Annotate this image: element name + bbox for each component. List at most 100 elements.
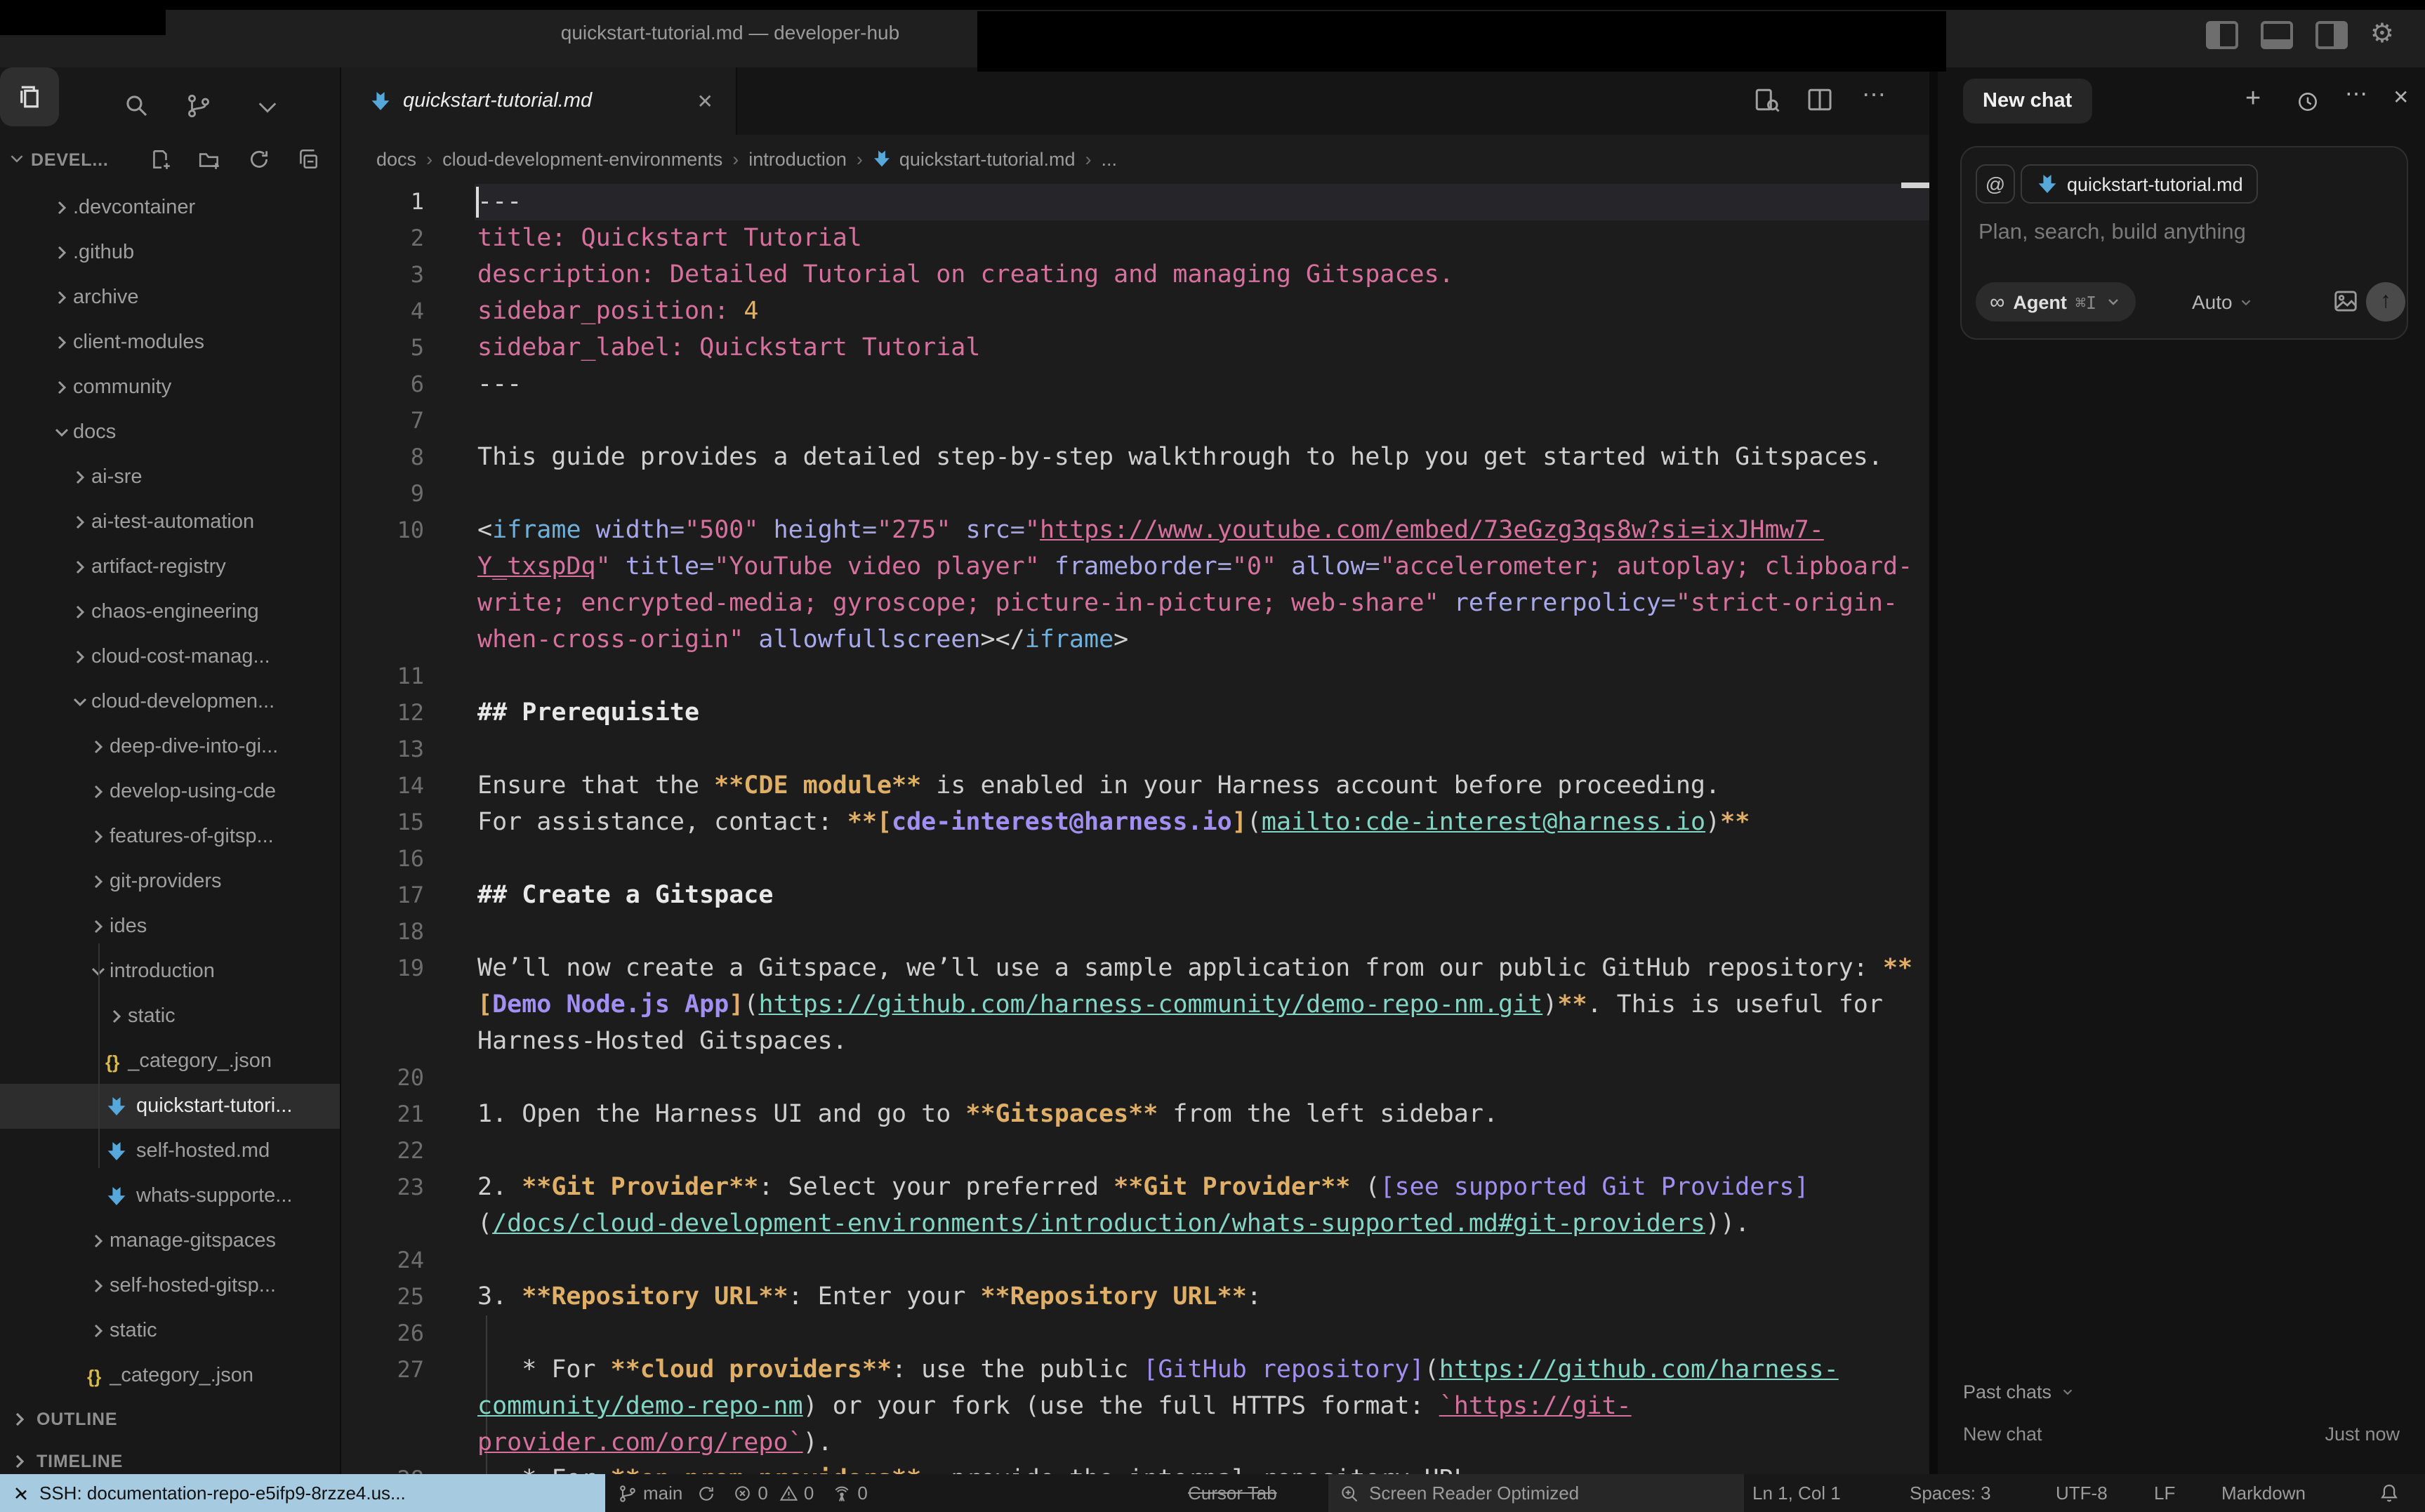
editor-line[interactable]: 232. **Git Provider**: Select your prefe… bbox=[341, 1169, 1929, 1206]
open-preview-icon[interactable] bbox=[1752, 86, 1780, 114]
chat-history-item[interactable]: New chat Just now bbox=[1963, 1424, 2400, 1445]
tab-close-icon[interactable]: ✕ bbox=[697, 89, 713, 113]
breadcrumb-item[interactable]: quickstart-tutorial.md bbox=[899, 148, 1076, 169]
editor-line[interactable]: 2title: Quickstart Tutorial bbox=[341, 220, 1929, 257]
editor-line[interactable]: write; encrypted-media; gyroscope; pictu… bbox=[341, 585, 1929, 622]
tree-item--category-json[interactable]: {}_category_.json bbox=[0, 1353, 340, 1398]
broadcast-status[interactable]: 0 bbox=[831, 1483, 867, 1504]
editor-line[interactable]: 1--- bbox=[341, 184, 1929, 220]
editor-line[interactable]: 7 bbox=[341, 403, 1929, 439]
code-area[interactable]: 1---2title: Quickstart Tutorial3descript… bbox=[341, 183, 1929, 1474]
send-button[interactable]: ↑ bbox=[2366, 282, 2405, 321]
agent-mode-selector[interactable]: ∞ Agent ⌘I bbox=[1976, 282, 2136, 321]
search-icon[interactable] bbox=[124, 93, 150, 119]
editor-line[interactable]: 15For assistance, contact: **[cde-intere… bbox=[341, 804, 1929, 841]
tree-item-introduction[interactable]: introduction bbox=[0, 949, 340, 994]
editor-line[interactable]: 20 bbox=[341, 1060, 1929, 1096]
editor-line[interactable]: 17## Create a Gitspace bbox=[341, 877, 1929, 914]
editor-line[interactable]: 24 bbox=[341, 1242, 1929, 1279]
editor-line[interactable]: 22 bbox=[341, 1133, 1929, 1169]
git-branch-status[interactable]: main bbox=[618, 1483, 716, 1504]
breadcrumb-item[interactable]: docs bbox=[376, 148, 416, 169]
model-selector[interactable]: Auto bbox=[2192, 282, 2254, 321]
explorer-section-header[interactable]: DEVEL... bbox=[0, 143, 340, 180]
editor-line[interactable]: 9 bbox=[341, 476, 1929, 512]
tree-item-cloud-developmen-[interactable]: cloud-developmen... bbox=[0, 679, 340, 724]
tree-item-self-hosted-gitsp-[interactable]: self-hosted-gitsp... bbox=[0, 1264, 340, 1308]
breadcrumb-item[interactable]: ... bbox=[1101, 148, 1117, 169]
editor-line[interactable]: 16 bbox=[341, 841, 1929, 877]
editor-line[interactable]: 26 bbox=[341, 1315, 1929, 1352]
past-chats-toggle[interactable]: Past chats bbox=[1963, 1381, 2075, 1402]
cursor-tab-status[interactable]: Cursor Tab bbox=[1188, 1474, 1277, 1512]
tree-item-chaos-engineering[interactable]: chaos-engineering bbox=[0, 590, 340, 635]
chat-close-icon[interactable]: ✕ bbox=[2393, 86, 2409, 110]
toggle-primary-sidebar-icon[interactable] bbox=[2206, 21, 2238, 49]
context-pill[interactable]: quickstart-tutorial.md bbox=[2021, 164, 2259, 204]
editor-line[interactable]: 4sidebar_position: 4 bbox=[341, 293, 1929, 330]
tree-item-ai-test-automation[interactable]: ai-test-automation bbox=[0, 500, 340, 545]
chat-tab-new-chat[interactable]: New chat bbox=[1963, 79, 2092, 124]
chat-input-placeholder[interactable]: Plan, search, build anything bbox=[1978, 220, 2246, 246]
chat-input-card[interactable]: @ quickstart-tutorial.md Plan, search, b… bbox=[1960, 146, 2408, 340]
tree-item-develop-using-cde[interactable]: develop-using-cde bbox=[0, 769, 340, 814]
tab-quickstart-tutorial[interactable]: quickstart-tutorial.md ✕ bbox=[341, 67, 737, 135]
more-views-chevron-icon[interactable] bbox=[257, 100, 278, 115]
editor-line[interactable]: community/demo-repo-nm) or your fork (us… bbox=[341, 1388, 1929, 1425]
eol-status[interactable]: LF bbox=[2154, 1474, 2175, 1512]
attach-image-icon[interactable] bbox=[2332, 288, 2359, 314]
new-chat-plus-icon[interactable]: + bbox=[2245, 84, 2261, 115]
tree-item-whats-supporte-[interactable]: whats-supporte... bbox=[0, 1174, 340, 1219]
source-control-icon[interactable] bbox=[185, 93, 212, 119]
remote-indicator[interactable]: SSH: documentation-repo-e5ifp9-8rzze4.us… bbox=[0, 1474, 605, 1512]
tree-item-git-providers[interactable]: git-providers bbox=[0, 859, 340, 904]
tree-item-cloud-cost-manag-[interactable]: cloud-cost-manag... bbox=[0, 635, 340, 679]
editor-line[interactable]: 253. **Repository URL**: Enter your **Re… bbox=[341, 1279, 1929, 1315]
editor-line[interactable]: 11 bbox=[341, 658, 1929, 695]
notifications-bell-icon[interactable] bbox=[2379, 1474, 2400, 1512]
editor-line[interactable]: 27 * For **cloud providers**: use the pu… bbox=[341, 1352, 1929, 1388]
editor-line[interactable]: 211. Open the Harness UI and go to **Git… bbox=[341, 1096, 1929, 1133]
editor-line[interactable]: Harness-Hosted Gitspaces. bbox=[341, 1023, 1929, 1060]
editor-line[interactable]: 6--- bbox=[341, 366, 1929, 403]
tree-item-static[interactable]: static bbox=[0, 994, 340, 1039]
tree-item-archive[interactable]: archive bbox=[0, 275, 340, 320]
tree-item-community[interactable]: community bbox=[0, 365, 340, 410]
editor-line[interactable]: provider.com/org/repo`). bbox=[341, 1425, 1929, 1461]
toggle-panel-icon[interactable] bbox=[2261, 21, 2293, 49]
encoding-status[interactable]: UTF-8 bbox=[2056, 1474, 2108, 1512]
indentation-status[interactable]: Spaces: 3 bbox=[1910, 1474, 1991, 1512]
editor-line[interactable]: 13 bbox=[341, 731, 1929, 768]
editor-line[interactable]: 14Ensure that the **CDE module** is enab… bbox=[341, 768, 1929, 804]
tree-item-manage-gitspaces[interactable]: manage-gitspaces bbox=[0, 1219, 340, 1264]
toggle-secondary-sidebar-icon[interactable] bbox=[2315, 21, 2348, 49]
collapse-folders-icon[interactable] bbox=[296, 147, 320, 171]
breadcrumb-item[interactable]: introduction bbox=[748, 148, 847, 169]
editor-line[interactable]: 12## Prerequisite bbox=[341, 695, 1929, 731]
breadcrumb[interactable]: docs›cloud-development-environments›intr… bbox=[341, 135, 1929, 183]
refresh-icon[interactable] bbox=[247, 147, 271, 171]
language-mode-status[interactable]: Markdown bbox=[2221, 1474, 2306, 1512]
tree-item-artifact-registry[interactable]: artifact-registry bbox=[0, 545, 340, 590]
editor-line[interactable]: 3description: Detailed Tutorial on creat… bbox=[341, 257, 1929, 293]
add-context-button[interactable]: @ bbox=[1976, 164, 2015, 204]
chat-more-icon[interactable]: ⋯ bbox=[2345, 80, 2367, 108]
editor-line[interactable]: (/docs/cloud-development-environments/in… bbox=[341, 1206, 1929, 1242]
tree-item-ides[interactable]: ides bbox=[0, 904, 340, 949]
tree-item-static[interactable]: static bbox=[0, 1308, 340, 1353]
chat-history-icon[interactable] bbox=[2296, 90, 2320, 114]
editor-line[interactable]: 28 * For **on-prem providers**: provide … bbox=[341, 1461, 1929, 1474]
panel-divider[interactable] bbox=[1929, 67, 1938, 1474]
new-file-icon[interactable] bbox=[149, 147, 173, 171]
editor-more-actions-icon[interactable]: ⋯ bbox=[1862, 81, 1886, 110]
breadcrumb-item[interactable]: cloud-development-environments bbox=[442, 148, 722, 169]
editor-line[interactable]: 8This guide provides a detailed step-by-… bbox=[341, 439, 1929, 476]
editor-line[interactable]: [Demo Node.js App](https://github.com/ha… bbox=[341, 987, 1929, 1023]
tree-item-self-hosted-md[interactable]: self-hosted.md bbox=[0, 1129, 340, 1174]
tree-item-client-modules[interactable]: client-modules bbox=[0, 320, 340, 365]
timeline-section[interactable]: TIMELINE bbox=[0, 1440, 340, 1474]
editor-line[interactable]: 5sidebar_label: Quickstart Tutorial bbox=[341, 330, 1929, 366]
tree-item-ai-sre[interactable]: ai-sre bbox=[0, 455, 340, 500]
tree-item--devcontainer[interactable]: .devcontainer bbox=[0, 185, 340, 230]
tree-item-quickstart-tutori-[interactable]: quickstart-tutori... bbox=[0, 1084, 340, 1129]
